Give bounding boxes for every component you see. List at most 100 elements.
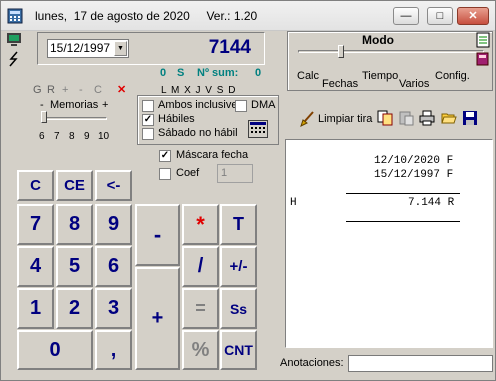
- memory-plus[interactable]: +: [62, 84, 68, 96]
- memory-minus[interactable]: -: [79, 84, 83, 96]
- app-window: lunes, 17 de agosto de 2020 Ver.: 1.20 —…: [0, 0, 496, 381]
- memory-g[interactable]: G: [33, 84, 42, 96]
- memory-c[interactable]: C: [94, 84, 102, 96]
- key-5[interactable]: 5: [56, 246, 93, 287]
- key-equals[interactable]: =: [182, 288, 219, 329]
- modo-title: Modo: [362, 33, 394, 47]
- mascara-checkbox[interactable]: ✓: [159, 150, 171, 162]
- modo-slider-track[interactable]: [298, 50, 484, 53]
- coef-input[interactable]: 1: [217, 164, 253, 183]
- habiles-label: Hábiles: [158, 113, 195, 125]
- sabado-label: Sábado no hábil: [158, 127, 238, 139]
- close-icon: ✕: [468, 10, 478, 22]
- ambos-label: Ambos inclusive: [158, 99, 238, 111]
- close-button[interactable]: ✕: [457, 7, 489, 25]
- memory-label: Memorias: [50, 99, 99, 111]
- dma-checkbox[interactable]: [235, 100, 247, 112]
- key-c[interactable]: C: [17, 170, 54, 201]
- habiles-checkbox[interactable]: ✓: [142, 114, 154, 126]
- memory-clear-icon[interactable]: ✕: [117, 83, 126, 96]
- status-s: S: [177, 67, 185, 79]
- ambos-checkbox[interactable]: [142, 100, 154, 112]
- key-comma[interactable]: ,: [95, 330, 132, 370]
- save-icon[interactable]: [462, 110, 478, 126]
- minimize-button[interactable]: —: [393, 7, 419, 25]
- key-multiply[interactable]: *: [182, 204, 219, 245]
- lightning-icon[interactable]: [6, 51, 22, 67]
- anotaciones-label: Anotaciones:: [280, 357, 344, 369]
- minimize-icon: —: [400, 10, 412, 22]
- key-plus-minus[interactable]: +/-: [220, 246, 257, 287]
- key-4[interactable]: 4: [17, 246, 54, 287]
- open-folder-icon[interactable]: [441, 110, 457, 126]
- status-o: 0: [160, 67, 167, 79]
- date-select[interactable]: 15/12/1997 ▼: [47, 39, 129, 58]
- memory-slider-thumb[interactable]: [41, 111, 47, 123]
- anotaciones-input[interactable]: [348, 355, 493, 372]
- calendar-icon[interactable]: [248, 120, 268, 138]
- coef-checkbox[interactable]: [159, 168, 171, 180]
- key-1[interactable]: 1: [17, 288, 54, 329]
- calculator-app-icon[interactable]: [7, 8, 23, 24]
- modo-calc[interactable]: Calc: [297, 70, 319, 82]
- key-percent[interactable]: %: [182, 330, 219, 370]
- modo-tiempo[interactable]: Tiempo: [362, 70, 398, 82]
- tape-line: 7.144 R: [408, 197, 455, 209]
- sabado-checkbox[interactable]: [142, 128, 154, 140]
- memory-tick: 6: [39, 131, 45, 142]
- memory-slider-track[interactable]: [41, 117, 107, 120]
- tape-divider: [346, 221, 460, 222]
- tape-panel[interactable]: 12/10/2020 F 15/12/1997 F H 7.144 R: [285, 139, 493, 348]
- paste-icon[interactable]: [398, 110, 414, 126]
- key-divide[interactable]: /: [182, 246, 219, 287]
- key-0[interactable]: 0: [17, 330, 93, 370]
- key-t[interactable]: T: [220, 204, 257, 245]
- key-backspace[interactable]: <-: [95, 170, 132, 201]
- result-display: 7144: [208, 37, 251, 58]
- key-7[interactable]: 7: [17, 204, 54, 245]
- memory-tick: 7: [54, 131, 60, 142]
- coef-label: Coef: [176, 167, 200, 179]
- key-2[interactable]: 2: [56, 288, 93, 329]
- key-8[interactable]: 8: [56, 204, 93, 245]
- key-9[interactable]: 9: [95, 204, 132, 245]
- copy-icon[interactable]: [377, 110, 393, 126]
- print-icon[interactable]: [419, 110, 435, 126]
- modo-fechas[interactable]: Fechas: [322, 78, 358, 90]
- chevron-down-icon[interactable]: ▼: [114, 41, 127, 56]
- key-ss[interactable]: Ss: [220, 288, 257, 329]
- memory-dec[interactable]: -: [40, 99, 44, 111]
- key-cnt[interactable]: CNT: [220, 330, 257, 370]
- key-6[interactable]: 6: [95, 246, 132, 287]
- status-nsum-value: 0: [255, 67, 262, 79]
- memory-inc[interactable]: +: [102, 99, 108, 111]
- monitor-icon[interactable]: [6, 32, 22, 48]
- tape-line: 12/10/2020 F: [374, 155, 454, 167]
- mascara-label: Máscara fecha: [176, 149, 249, 161]
- tape-line: 15/12/1997 F: [374, 169, 454, 181]
- memory-tick: 10: [98, 131, 110, 142]
- limpiar-tira-button[interactable]: Limpiar tira: [318, 113, 372, 125]
- tape-divider: [346, 193, 460, 194]
- key-minus[interactable]: -: [135, 204, 180, 266]
- dma-label: DMA: [251, 99, 276, 111]
- memory-r[interactable]: R: [47, 84, 55, 96]
- key-plus[interactable]: +: [135, 267, 180, 370]
- broom-icon[interactable]: [299, 111, 315, 127]
- maximize-icon: □: [436, 10, 444, 22]
- notepad-icon[interactable]: [475, 32, 491, 48]
- status-nsum-label: Nº sum:: [197, 67, 239, 79]
- window-title: lunes, 17 de agosto de 2020 Ver.: 1.20: [35, 9, 258, 23]
- date-select-value: 15/12/1997: [50, 41, 111, 55]
- book-icon[interactable]: [475, 51, 491, 67]
- title-bar: lunes, 17 de agosto de 2020 Ver.: 1.20 —…: [1, 1, 495, 31]
- tape-line: H: [290, 197, 297, 209]
- memory-tick: 8: [69, 131, 75, 142]
- maximize-button[interactable]: □: [427, 7, 453, 25]
- key-ce[interactable]: CE: [56, 170, 93, 201]
- modo-slider-thumb[interactable]: [338, 45, 344, 58]
- modo-varios[interactable]: Varios: [399, 78, 429, 90]
- modo-config[interactable]: Config.: [435, 70, 470, 82]
- key-3[interactable]: 3: [95, 288, 132, 329]
- memory-tick: 9: [84, 131, 90, 142]
